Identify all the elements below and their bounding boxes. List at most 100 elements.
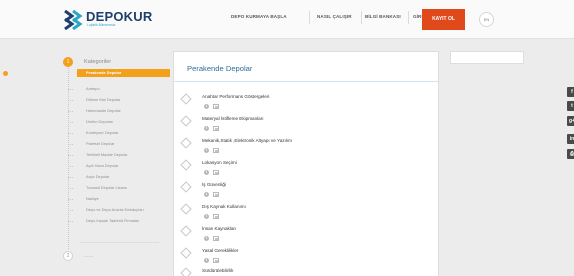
tree-tick <box>68 133 73 134</box>
category-label: Paletsel Depolar <box>86 141 115 146</box>
step-2-title: ...... <box>84 253 94 259</box>
info-icon[interactable]: i <box>204 148 209 153</box>
category-item-hazardous[interactable]: Tehlikeli Madde Depolar <box>68 151 170 159</box>
topic-item[interactable]: İnsan Kaynakları i <box>179 224 429 246</box>
top-navigation-bar: DEPOKUR Lojistik Bilmecesiz DEPO KURMAYA… <box>0 0 574 39</box>
tree-tick <box>68 166 73 167</box>
topic-label[interactable]: Mekanik,Statik ,Elektronik Altyapı ve Ya… <box>202 138 292 143</box>
topic-item[interactable]: Materyal İstifleme Ekipmanları i <box>179 114 429 136</box>
category-item-real-estate[interactable]: Depo ve Depo Arazisi Emlakçıları <box>68 206 170 214</box>
image-icon[interactable] <box>213 214 219 219</box>
diamond-bullet-icon <box>180 159 192 171</box>
category-item-construction[interactable]: Depo İnşaatı Taahhüt Firmaları <box>68 217 170 225</box>
tree-tick <box>68 210 73 211</box>
topic-label[interactable]: Anahtar Performans Göstergeleri <box>202 94 269 99</box>
image-icon[interactable] <box>213 148 219 153</box>
tree-tick <box>68 111 73 112</box>
topic-item[interactable]: Lokasyon Seçimi i <box>179 158 429 180</box>
category-item-antrepo[interactable]: Antrepo <box>68 85 170 93</box>
diamond-bullet-icon <box>180 225 192 237</box>
facebook-icon[interactable]: f <box>567 87 574 97</box>
info-icon[interactable]: i <box>204 170 209 175</box>
active-category-dot <box>3 71 8 76</box>
tree-tick <box>68 144 73 145</box>
category-label: Açık Hava Depolar <box>86 163 119 168</box>
topic-label[interactable]: Lokasyon Seçimi <box>202 160 237 165</box>
category-item-retail[interactable]: Perakende Depolar <box>77 69 170 77</box>
diamond-bullet-icon <box>180 181 192 193</box>
category-label: Hammadde Depolar <box>86 108 121 113</box>
tree-tick <box>68 199 73 200</box>
category-label: Konteyner Depolar <box>86 130 119 135</box>
category-label: Depo İnşaatı Taahhüt Firmaları <box>86 218 140 223</box>
info-icon[interactable]: i <box>204 214 209 219</box>
twitter-icon[interactable]: t <box>567 101 574 111</box>
info-icon[interactable]: i <box>204 192 209 197</box>
category-label: Üretim Depoları <box>86 119 114 124</box>
step-2-badge: 2 <box>63 251 73 261</box>
image-icon[interactable] <box>213 192 219 197</box>
page-title: Perakende Depolar <box>187 64 253 73</box>
category-label: Perakende Depolar <box>86 70 122 75</box>
topic-item[interactable]: Yasal Gereklilikler i <box>179 246 429 268</box>
category-label: Antrepo <box>86 86 100 91</box>
nav-how-it-works[interactable]: NASIL ÇALIŞIR <box>317 14 352 19</box>
topic-label[interactable]: İnsan Kaynakları <box>202 226 236 231</box>
tree-tick <box>68 188 73 189</box>
tree-tick <box>68 100 73 101</box>
category-label: Arşiv Depolar <box>86 174 110 179</box>
category-item-raw-material[interactable]: Hammadde Depolar <box>68 107 170 115</box>
topic-label[interactable]: Dış Kaynak Kullanımı <box>202 204 246 209</box>
image-icon[interactable] <box>213 258 219 263</box>
info-icon[interactable]: i <box>204 104 209 109</box>
category-item-production[interactable]: Üretim Depoları <box>68 118 170 126</box>
category-label: Dökme Mal Depolar <box>86 97 121 102</box>
google-plus-icon[interactable]: g+ <box>567 116 574 126</box>
category-label: Nakliye <box>86 196 99 201</box>
topic-item[interactable]: Sürdürülebilirlik <box>179 266 429 276</box>
info-icon[interactable]: i <box>204 258 209 263</box>
logo-tagline: Lojistik Bilmecesiz <box>87 23 116 27</box>
topic-item[interactable]: Anahtar Performans Göstergeleri i <box>179 92 429 114</box>
image-icon[interactable] <box>213 104 219 109</box>
category-item-bulk[interactable]: Dökme Mal Depolar <box>68 96 170 104</box>
tree-tick <box>68 221 73 222</box>
nav-separator <box>361 11 362 24</box>
topic-label[interactable]: İş Güvenliği <box>202 182 226 187</box>
logo-wordmark: DEPOKUR <box>86 9 153 24</box>
category-item-archive[interactable]: Arşiv Depolar <box>68 173 170 181</box>
category-label: Transsit Depolar Lisans <box>86 185 127 190</box>
topic-item[interactable]: Dış Kaynak Kullanımı i <box>179 202 429 224</box>
topic-label[interactable]: Materyal İstifleme Ekipmanları <box>202 116 264 121</box>
category-item-transit[interactable]: Transsit Depolar Lisans <box>68 184 170 192</box>
image-icon[interactable] <box>213 170 219 175</box>
nav-start-warehouse[interactable]: DEPO KURMAYA BAŞLA <box>231 14 287 19</box>
image-icon[interactable] <box>213 236 219 241</box>
category-item-shipping[interactable]: Nakliye <box>68 195 170 203</box>
nav-separator <box>309 11 310 24</box>
nav-knowledge-base[interactable]: BİLGİ BANKASI <box>365 14 401 19</box>
tree-tick <box>68 122 73 123</box>
tree-tick <box>68 177 73 178</box>
signup-button[interactable]: KAYIT OL <box>422 9 465 30</box>
linkedin-icon[interactable]: in <box>567 134 574 144</box>
info-icon[interactable]: i <box>204 236 209 241</box>
right-side-box <box>450 51 524 64</box>
category-item-container[interactable]: Konteyner Depolar <box>68 129 170 137</box>
diamond-bullet-icon <box>180 137 192 149</box>
category-item-open-air[interactable]: Açık Hava Depolar <box>68 162 170 170</box>
diamond-bullet-icon <box>180 247 192 259</box>
category-sidebar: 1 Kategoriler Perakende Depolar Antrepo … <box>63 55 170 276</box>
language-switch[interactable]: EN <box>479 12 494 27</box>
topic-label[interactable]: Yasal Gereklilikler <box>202 248 238 253</box>
diamond-bullet-icon <box>180 267 192 276</box>
topic-label[interactable]: Sürdürülebilirlik <box>202 268 233 273</box>
image-icon[interactable] <box>213 126 219 131</box>
print-icon[interactable]: ⎙ <box>567 149 574 159</box>
topic-item[interactable]: İş Güvenliği i <box>179 180 429 202</box>
main-header: Perakende Depolar <box>174 52 438 82</box>
info-icon[interactable]: i <box>204 126 209 131</box>
category-item-pallet[interactable]: Paletsel Depolar <box>68 140 170 148</box>
logo-chevrons-icon <box>64 9 83 30</box>
topic-item[interactable]: Mekanik,Statik ,Elektronik Altyapı ve Ya… <box>179 136 429 158</box>
